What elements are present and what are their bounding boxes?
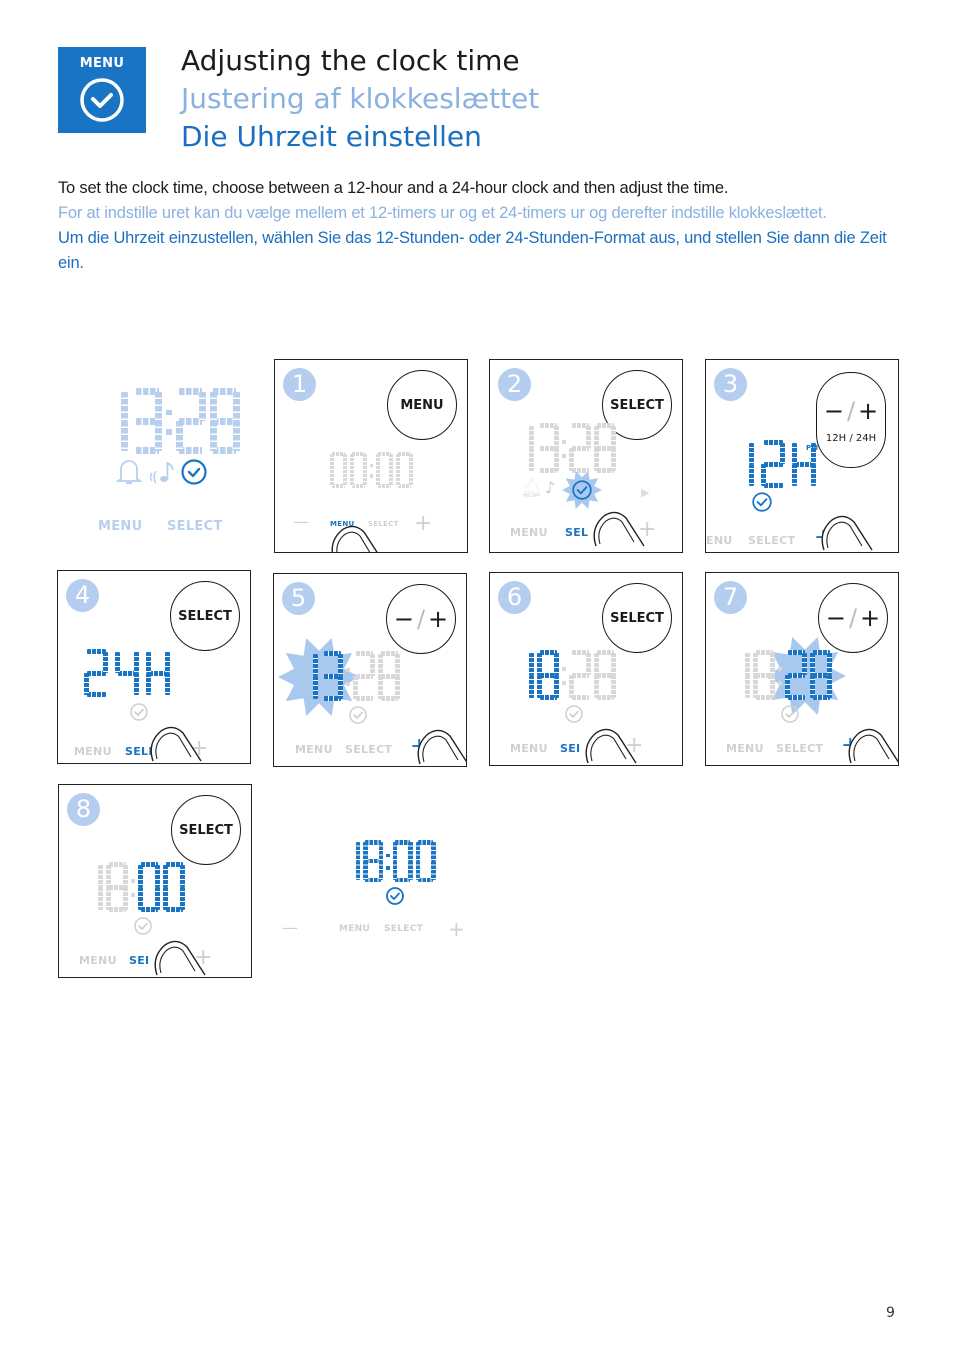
select-button[interactable]: SELECT	[748, 534, 795, 547]
overview-icons	[116, 458, 208, 486]
minus-button[interactable]: —	[282, 918, 298, 937]
device-button-row: MENU SEL +	[490, 360, 682, 552]
lcd-segment	[378, 861, 383, 880]
title-danish: Justering af klokkeslættet	[181, 82, 540, 115]
lcd-segment	[121, 421, 128, 451]
lcd-segment	[232, 391, 240, 421]
finger-press-icon	[150, 726, 202, 762]
select-button[interactable]: SELECT	[776, 742, 823, 755]
finger-press-icon	[593, 511, 645, 547]
lcd-colon-dot	[386, 853, 390, 858]
lcd-display	[340, 840, 439, 882]
select-button[interactable]: SEI	[129, 954, 149, 967]
menu-button[interactable]: MENU	[295, 743, 333, 756]
plus-button[interactable]: +	[414, 511, 433, 536]
clock-check-icon	[181, 459, 207, 485]
menu-button[interactable]: ENU	[706, 534, 733, 547]
minus-button[interactable]: —	[293, 512, 309, 531]
lcd-display	[98, 388, 244, 454]
music-note-icon	[149, 461, 174, 484]
step-panel-8: 8 SELECT MENU SEI +	[58, 784, 252, 978]
menu-button[interactable]: MENU	[339, 924, 370, 934]
step-panel-2: 2 SELECT 🔔︎ ♪ ▶ MENU SEL +	[489, 359, 683, 553]
intro-german: Um die Uhrzeit einzustellen, wählen Sie …	[58, 229, 887, 272]
alarm-bell-icon	[116, 460, 142, 484]
finger-press-icon	[331, 525, 378, 552]
lcd-segment	[175, 421, 183, 451]
menu-button[interactable]: MENU	[79, 954, 117, 967]
lcd-segment	[408, 842, 413, 861]
lcd-segment	[378, 842, 383, 861]
menu-button[interactable]: MENU	[98, 519, 142, 534]
lcd-segment	[198, 391, 206, 421]
step-panel-5: 5−/+MENUSELECT+	[273, 573, 467, 767]
overview-panel: MENU SELECT	[62, 360, 254, 552]
page-number: 9	[886, 1305, 895, 1321]
step-panel-4: 4 SELECT MENU SELE +	[57, 570, 251, 764]
finger-press-icon	[585, 728, 637, 764]
finger-press-icon	[821, 515, 873, 551]
finger-press-icon	[417, 729, 466, 765]
lcd-segment	[209, 391, 217, 421]
lcd-segment	[431, 861, 436, 880]
lcd-segment	[155, 421, 162, 451]
select-button[interactable]: SELECT	[384, 924, 423, 934]
lcd-segment	[392, 861, 398, 880]
lcd-segment	[415, 861, 421, 880]
lcd-segment	[355, 861, 360, 880]
lcd-segment	[155, 391, 162, 421]
title-german: Die Uhrzeit einstellen	[181, 120, 482, 153]
menu-button[interactable]: MENU	[726, 742, 764, 755]
lcd-segment	[355, 842, 360, 861]
finger-press-icon	[848, 728, 898, 764]
intro-danish: For at indstille uret kan du vælge melle…	[58, 204, 827, 222]
menu-badge: MENU	[58, 47, 146, 133]
clock-check-icon	[80, 78, 124, 122]
step-panel-1: 1 MENU — MENU SELECT +	[274, 359, 468, 553]
lcd-segment	[232, 421, 240, 451]
select-button[interactable]: SELECT	[167, 519, 223, 534]
select-button[interactable]: SEL	[565, 526, 588, 539]
clock-check-icon	[386, 887, 404, 905]
lcd-colon-dot	[166, 409, 172, 416]
step-panel-7: 7−/+MENUSELECT+	[705, 572, 899, 766]
lcd-colon-dot	[166, 428, 172, 435]
plus-button[interactable]: +	[448, 917, 465, 941]
lcd-segment	[121, 391, 128, 421]
lcd-segment	[363, 861, 368, 880]
lcd-colon-dot	[386, 866, 390, 870]
finger-press-icon	[154, 940, 206, 976]
menu-button[interactable]: MENU	[510, 742, 548, 755]
step-panel-3: 3−/+12H / 24HPMENUSELECT+	[705, 359, 899, 553]
intro-english: To set the clock time, choose between a …	[58, 179, 729, 197]
step-panel-6: 6 SELECT MENU SEI +	[489, 572, 683, 766]
lcd-segment	[209, 421, 217, 451]
lcd-segment	[415, 842, 421, 861]
select-button[interactable]: SELECT	[345, 743, 392, 756]
page-title-block: Adjusting the clock time Justering af kl…	[181, 42, 539, 156]
select-button[interactable]: SEI	[560, 742, 580, 755]
menu-button[interactable]: MENU	[510, 526, 548, 539]
lcd-segment	[363, 842, 368, 861]
final-panel: — MENU SELECT +	[276, 785, 468, 965]
lcd-segment	[408, 861, 413, 880]
menu-button[interactable]: MENU	[74, 745, 112, 758]
title-english: Adjusting the clock time	[181, 44, 520, 77]
lcd-segment	[431, 842, 436, 861]
menu-badge-label: MENU	[79, 56, 125, 71]
intro-text: To set the clock time, choose between a …	[58, 176, 888, 276]
lcd-segment	[392, 842, 398, 861]
